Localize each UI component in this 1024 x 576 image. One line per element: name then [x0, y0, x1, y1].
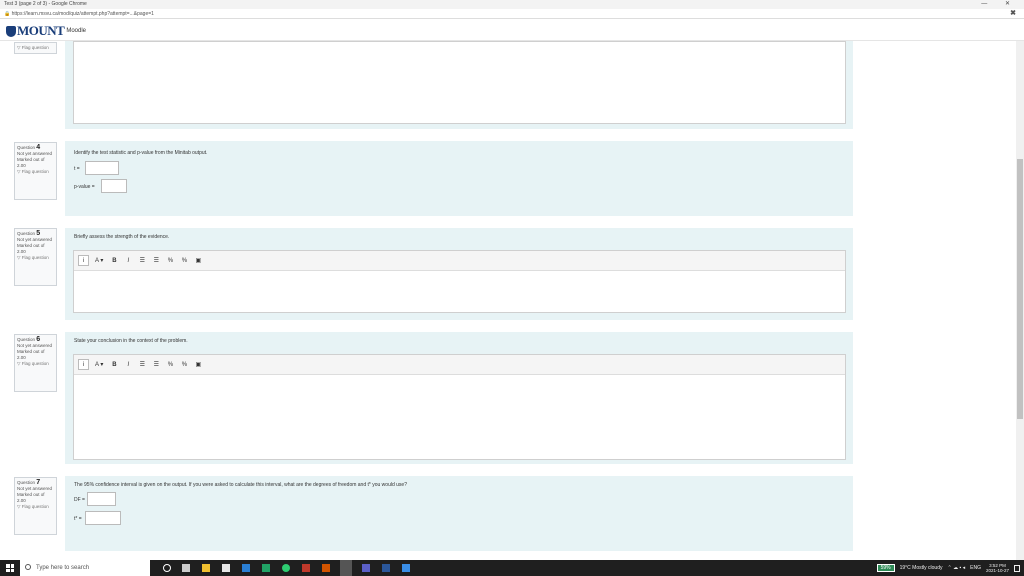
italic-button[interactable]: I: [123, 255, 133, 266]
logo-text: MOUNT: [17, 23, 65, 38]
question-text: State your conclusion in the context of …: [74, 338, 188, 344]
editor-toolbar: i A ▾ B I ☰ ☰ % % ▣: [74, 355, 845, 375]
expand-toolbar-button[interactable]: i: [78, 359, 89, 370]
word-icon[interactable]: [382, 564, 390, 572]
chrome-icon[interactable]: [340, 560, 352, 576]
spotify-icon[interactable]: [282, 564, 290, 572]
browser-title-bar: Test 3 (page 2 of 3) - Google Chrome — ✕: [0, 0, 1024, 9]
t-input[interactable]: [85, 161, 119, 175]
excel-icon[interactable]: [262, 564, 270, 572]
taskbar-clock[interactable]: 3:52 PM 2021-10-27: [986, 563, 1009, 573]
question-info-6: Question 6 Not yet answered Marked out o…: [14, 334, 57, 392]
lock-icon: 🔒: [4, 11, 12, 17]
tray-icons[interactable]: ⌃ ☁ ▪ ◂: [947, 565, 965, 571]
df-input[interactable]: [87, 492, 116, 506]
image-icon[interactable]: ▣: [193, 359, 203, 370]
clock-date: 2021-10-27: [985, 568, 1009, 573]
language-indicator[interactable]: ENG: [970, 565, 981, 571]
flag-question-link[interactable]: ▽ Flag question: [17, 361, 54, 367]
site-logo[interactable]: MOUNT Moodle: [6, 23, 87, 38]
question-info-5: Question 5 Not yet answered Marked out o…: [14, 228, 57, 286]
answer-textarea-prev[interactable]: [73, 41, 846, 124]
taskbar-search[interactable]: Type here to search: [20, 560, 150, 576]
question-text: Briefly assess the strength of the evide…: [74, 234, 170, 240]
numbered-list-icon[interactable]: ☰: [151, 359, 161, 370]
teams-icon[interactable]: [362, 564, 370, 572]
logo-subtext: Moodle: [66, 28, 87, 34]
p-value-input[interactable]: [101, 179, 127, 193]
flag-question-link[interactable]: ▽ Flag question: [17, 504, 54, 510]
question-info-prev: ▽ Flag question: [14, 42, 57, 54]
bullet-list-icon[interactable]: ☰: [137, 359, 147, 370]
question-box-5: Briefly assess the strength of the evide…: [65, 228, 853, 320]
question-box-6: State your conclusion in the context of …: [65, 332, 853, 464]
cortana-icon[interactable]: [163, 564, 171, 572]
flag-question-link[interactable]: ▽ Flag question: [17, 169, 54, 175]
italic-button[interactable]: I: [123, 359, 133, 370]
link-icon[interactable]: %: [165, 255, 175, 266]
file-explorer-icon[interactable]: [202, 564, 210, 572]
store-icon[interactable]: [222, 564, 230, 572]
task-view-icon[interactable]: [182, 564, 190, 572]
rich-text-editor[interactable]: i A ▾ B I ☰ ☰ % % ▣: [73, 354, 846, 460]
weather-widget[interactable]: 19°C Mostly cloudy: [900, 565, 943, 571]
url-text[interactable]: https://learn.msvu.ca/mod/quiz/attempt.p…: [12, 11, 154, 17]
font-color-button[interactable]: A ▾: [93, 255, 105, 266]
question-box-7: The 95% confidence interval is given on …: [65, 476, 853, 551]
t-star-input[interactable]: [85, 511, 121, 525]
window-title: Test 3 (page 2 of 3) - Google Chrome: [4, 1, 87, 7]
bullet-list-icon[interactable]: ☰: [137, 255, 147, 266]
expand-toolbar-button[interactable]: i: [78, 255, 89, 266]
question-text: Identify the test statistic and p-value …: [74, 150, 208, 156]
system-tray: 59% 19°C Mostly cloudy ⌃ ☁ ▪ ◂ ENG 3:52 …: [876, 560, 1020, 576]
question-marks: Marked out of 2.00: [17, 349, 45, 360]
image-icon[interactable]: ▣: [193, 255, 203, 266]
extension-icon[interactable]: ✖: [1010, 9, 1016, 19]
question-box-prev: [65, 41, 853, 129]
question-box-4: Identify the test statistic and p-value …: [65, 141, 853, 216]
numbered-list-icon[interactable]: ☰: [151, 255, 161, 266]
office-icon[interactable]: [322, 564, 330, 572]
site-header: MOUNT Moodle: [0, 20, 1024, 41]
windows-start-icon[interactable]: [6, 564, 14, 572]
flag-question-link[interactable]: ▽ Flag question: [17, 255, 54, 261]
unlink-icon[interactable]: %: [179, 255, 189, 266]
question-text: The 95% confidence interval is given on …: [74, 482, 407, 488]
app-icon-blue[interactable]: [402, 564, 410, 572]
window-controls[interactable]: — ✕: [981, 0, 1018, 9]
editor-toolbar: i A ▾ B I ☰ ☰ % % ▣: [74, 251, 845, 271]
flag-question-link[interactable]: ▽ Flag question: [17, 45, 54, 51]
bold-button[interactable]: B: [109, 359, 119, 370]
field-label-p-value: p-value =: [74, 184, 95, 190]
font-color-button[interactable]: A ▾: [93, 359, 105, 370]
question-marks: Marked out of 2.00: [17, 492, 45, 503]
field-label-t-star: t* =: [74, 516, 82, 522]
field-label-df: DF =: [74, 497, 85, 503]
app-icon-red[interactable]: [302, 564, 310, 572]
scrollbar-thumb[interactable]: [1017, 159, 1023, 419]
question-info-4: Question 4 Not yet answered Marked out o…: [14, 142, 57, 200]
notification-icon[interactable]: [1014, 564, 1020, 572]
taskbar-search-placeholder: Type here to search: [36, 565, 90, 571]
address-bar[interactable]: 🔒 https://learn.msvu.ca/mod/quiz/attempt…: [0, 9, 1024, 19]
unlink-icon[interactable]: %: [179, 359, 189, 370]
rich-text-editor[interactable]: i A ▾ B I ☰ ☰ % % ▣: [73, 250, 846, 313]
search-icon: [25, 564, 31, 570]
battery-indicator[interactable]: 59%: [876, 564, 895, 572]
link-icon[interactable]: %: [165, 359, 175, 370]
field-label-t: t =: [74, 166, 80, 172]
page-scrollbar[interactable]: [1016, 41, 1024, 560]
question-marks: Marked out of 2.00: [17, 157, 45, 168]
mail-icon[interactable]: [242, 564, 250, 572]
question-marks: Marked out of 2.00: [17, 243, 45, 254]
question-info-7: Question 7 Not yet answered Marked out o…: [14, 477, 57, 535]
windows-taskbar: Type here to search 59% 19°C Mostly clou…: [0, 560, 1024, 576]
crest-icon: [6, 25, 16, 37]
bold-button[interactable]: B: [109, 255, 119, 266]
